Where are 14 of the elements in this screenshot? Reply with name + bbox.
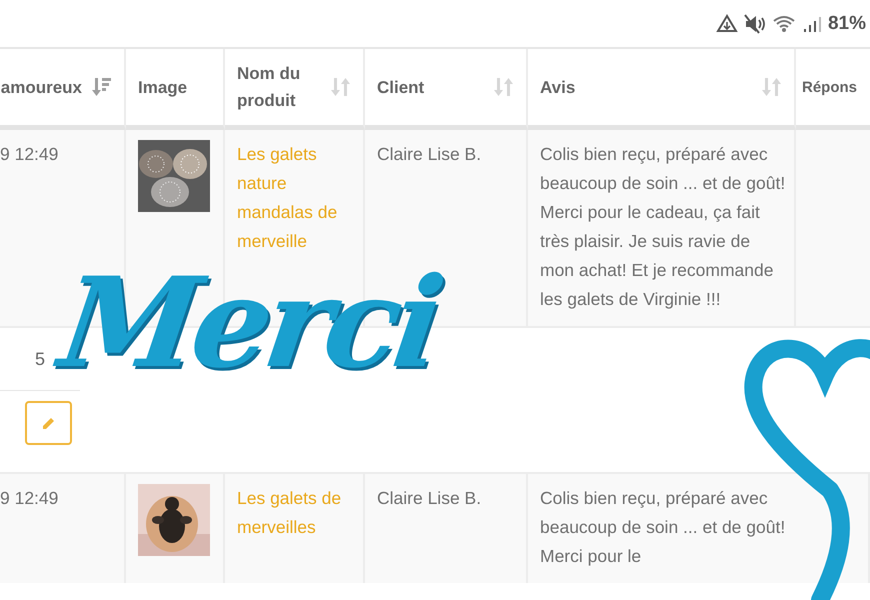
edit-button[interactable] — [25, 401, 72, 445]
data-saver-icon — [716, 14, 738, 34]
review-cell: Colis bien reçu, préparé avec beaucoup de soin ... et de goût! Merci pour le cadeau, ça fait très plaisir. Je suis ravie de mon achat! Et je recommande les galets de Virginie !!! — [528, 130, 796, 326]
sort-icon[interactable] — [494, 76, 514, 98]
wifi-icon — [772, 14, 796, 34]
review-cell: Colis bien reçu, préparé avec beaucoup de soin ... et de goût! Merci pour le — [528, 474, 796, 583]
mute-icon — [744, 14, 766, 34]
sort-icon[interactable] — [331, 76, 351, 98]
battery-percentage: 81% — [828, 12, 866, 34]
sort-icon[interactable] — [762, 76, 782, 98]
pencil-icon — [40, 415, 56, 431]
client-cell: Claire Lise B. — [365, 474, 528, 583]
sort-descending-icon[interactable] — [92, 76, 112, 98]
date-cell: 9 12:49 — [0, 474, 126, 583]
